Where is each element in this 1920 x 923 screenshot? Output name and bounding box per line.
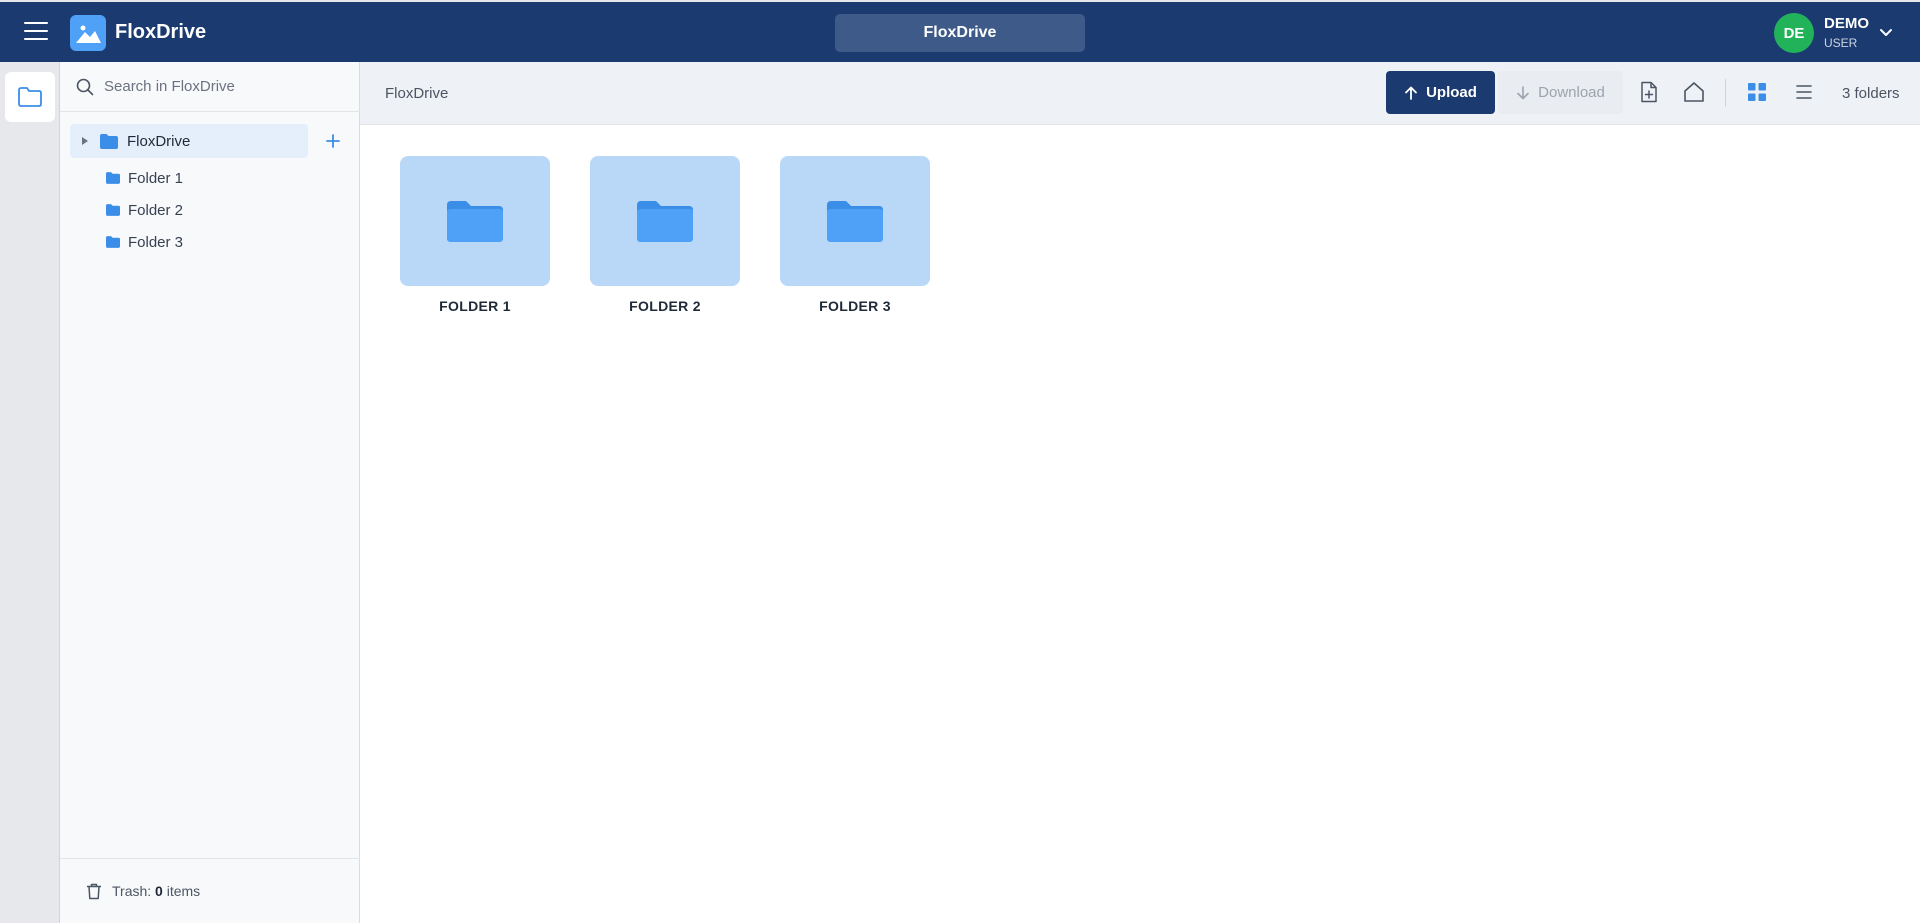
search-bar bbox=[60, 62, 360, 112]
chevron-down-icon[interactable] bbox=[1878, 24, 1894, 40]
search-icon bbox=[76, 78, 94, 95]
folder-name: FOLDER 3 bbox=[819, 298, 891, 314]
arrow-up-icon bbox=[1405, 86, 1417, 100]
new-file-icon bbox=[1641, 81, 1657, 103]
folder-icon bbox=[106, 236, 120, 248]
expand-caret-icon[interactable] bbox=[82, 137, 88, 145]
arrow-down-icon bbox=[1517, 85, 1529, 99]
top-bar: FloxDrive FloxDrive DE DEMO USER bbox=[0, 0, 1920, 62]
grid-view-button[interactable] bbox=[1742, 77, 1772, 107]
center-title[interactable]: FloxDrive bbox=[835, 14, 1085, 52]
upload-button[interactable]: Upload bbox=[1386, 71, 1495, 114]
grid-view-icon bbox=[1748, 83, 1766, 101]
trash-count: 0 bbox=[155, 883, 163, 899]
folder-icon bbox=[100, 133, 118, 149]
tree-item-label: Folder 1 bbox=[128, 169, 184, 187]
tree-item-label: Folder 3 bbox=[128, 233, 184, 251]
trash-link[interactable]: Trash: 0 items bbox=[60, 858, 360, 923]
tree-item-folder-2[interactable]: Folder 2 bbox=[106, 197, 183, 223]
folder-tile-1[interactable]: FOLDER 1 bbox=[400, 156, 550, 314]
tree-item-label: Folder 2 bbox=[128, 201, 184, 219]
user-name[interactable]: DEMO bbox=[1824, 15, 1869, 32]
tree-root-label: FloxDrive bbox=[127, 132, 191, 150]
sidebar: FloxDrive Folder 1 Folder 2 Folder 3 Tra… bbox=[60, 62, 360, 923]
left-rail bbox=[0, 62, 60, 923]
trash-icon bbox=[87, 883, 101, 899]
add-folder-button[interactable] bbox=[322, 130, 344, 152]
avatar[interactable]: DE bbox=[1774, 13, 1814, 53]
download-button[interactable]: Download bbox=[1498, 71, 1623, 114]
folder-name: FOLDER 1 bbox=[439, 298, 511, 314]
home-button[interactable] bbox=[1679, 77, 1709, 107]
app-logo bbox=[70, 15, 106, 51]
folder-name: FOLDER 2 bbox=[629, 298, 701, 314]
home-icon bbox=[1684, 82, 1704, 102]
trash-summary: Trash: 0 items bbox=[112, 883, 201, 899]
files-nav-button[interactable] bbox=[5, 72, 55, 122]
search-input[interactable] bbox=[104, 78, 344, 95]
toolbar-divider bbox=[1725, 79, 1726, 107]
item-count: 3 folders bbox=[1842, 85, 1900, 102]
folder-thumbnail[interactable] bbox=[400, 156, 550, 286]
user-role: USER bbox=[1824, 36, 1858, 50]
menu-icon[interactable] bbox=[24, 22, 48, 44]
mountain-logo-icon bbox=[76, 25, 101, 43]
folder-tile-2[interactable]: FOLDER 2 bbox=[590, 156, 740, 314]
new-file-button[interactable] bbox=[1634, 77, 1664, 107]
folder-tile-3[interactable]: FOLDER 3 bbox=[780, 156, 930, 314]
folder-icon bbox=[447, 201, 503, 242]
folder-icon bbox=[827, 201, 883, 242]
folder-thumbnail[interactable] bbox=[590, 156, 740, 286]
toolbar: FloxDrive Upload Download 3 folders bbox=[360, 62, 1920, 125]
folder-icon bbox=[106, 172, 120, 184]
tree-root-item[interactable]: FloxDrive bbox=[70, 124, 308, 158]
breadcrumb[interactable]: FloxDrive bbox=[385, 85, 448, 102]
folder-icon bbox=[106, 204, 120, 216]
folder-icon bbox=[18, 87, 42, 107]
list-view-button[interactable] bbox=[1789, 77, 1819, 107]
list-view-icon bbox=[1796, 85, 1812, 99]
tree-item-folder-3[interactable]: Folder 3 bbox=[106, 229, 183, 255]
plus-icon bbox=[326, 134, 340, 148]
tree-item-folder-1[interactable]: Folder 1 bbox=[106, 165, 183, 191]
folder-thumbnail[interactable] bbox=[780, 156, 930, 286]
app-name: FloxDrive bbox=[115, 21, 207, 43]
folder-icon bbox=[637, 201, 693, 242]
file-grid: FOLDER 1 FOLDER 2 FOLDER 3 bbox=[360, 125, 1920, 923]
